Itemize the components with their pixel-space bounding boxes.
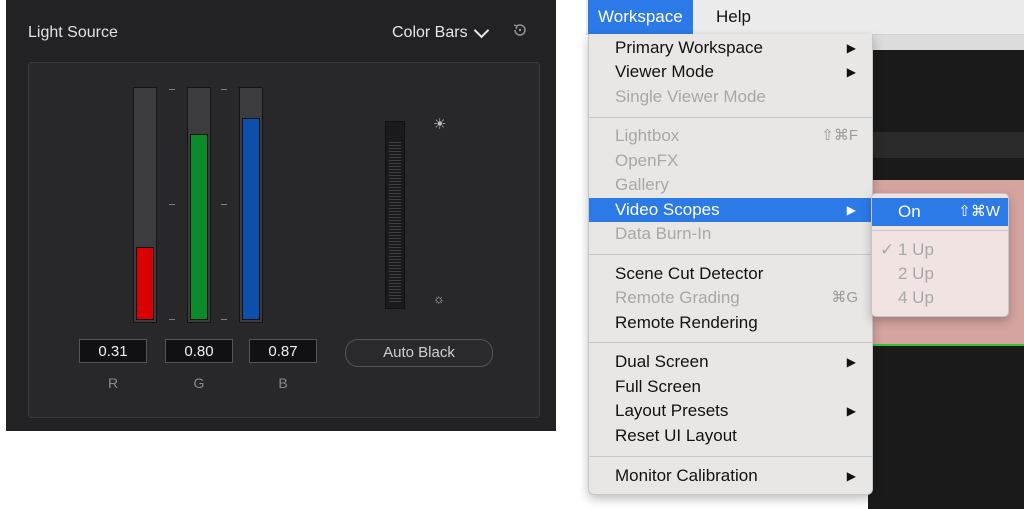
red-level-slider[interactable] [133,87,157,323]
submenu-item-label: On [898,202,921,221]
blue-channel-label: B [278,375,288,391]
workspace-dropdown-menu: Primary Workspace ▶ Viewer Mode ▶ Single… [588,34,873,495]
light-source-controls: 0.31 0.80 0.87 R G B ☀ ☼ Auto Black [28,62,540,418]
menu-item-label: Viewer Mode [615,62,714,81]
auto-black-button[interactable]: Auto Black [345,339,493,367]
menu-item-primary-workspace[interactable]: Primary Workspace ▶ [589,36,872,60]
menu-item-label: Layout Presets [615,401,729,420]
menu-item-data-burn-in: Data Burn-In [589,222,872,246]
sun-icon: ☀ [433,116,447,133]
chevron-down-icon [473,22,489,39]
menu-separator [589,342,872,343]
shortcut-label: ⇧⌘F [821,127,858,144]
menu-item-monitor-calibration[interactable]: Monitor Calibration ▶ [589,464,872,488]
menu-item-reset-ui-layout[interactable]: Reset UI Layout [589,424,872,448]
submenu-item-on[interactable]: On ⇧⌘W [872,198,1008,226]
brightness-slider[interactable] [385,121,405,309]
tick-mark [169,204,175,205]
menu-item-lightbox: Lightbox ⇧⌘F [589,124,872,148]
menu-item-scene-cut-detector[interactable]: Scene Cut Detector [589,262,872,286]
menu-item-full-screen[interactable]: Full Screen [589,375,872,399]
green-channel-label: G [193,375,205,391]
submenu-arrow-icon: ▶ [846,404,856,418]
menu-item-label: Primary Workspace [615,38,763,57]
video-scopes-submenu: On ⇧⌘W ✓ 1 Up 2 Up 4 Up [871,193,1009,317]
tick-mark [169,319,175,320]
menu-item-label: Gallery [615,175,669,194]
app-background-strip [868,34,1024,50]
menu-workspace[interactable]: Workspace [588,0,693,34]
submenu-item-label: 4 Up [898,288,934,307]
menu-item-label: Video Scopes [615,200,720,219]
mode-select[interactable]: Color Bars [392,22,489,42]
green-level-fill [190,134,208,320]
red-level-fill [136,247,154,320]
menu-item-single-viewer-mode: Single Viewer Mode [589,85,872,109]
blue-level-fill [242,118,260,320]
app-toolbar-strip [868,132,1024,158]
menu-item-remote-rendering[interactable]: Remote Rendering [589,311,872,335]
menu-item-video-scopes[interactable]: Video Scopes ▶ [589,198,872,222]
shortcut-label: ⇧⌘W [958,203,1000,220]
panel-title: Light Source [28,24,118,41]
menu-item-layout-presets[interactable]: Layout Presets ▶ [589,399,872,423]
menu-item-label: Scene Cut Detector [615,264,764,283]
mode-select-label: Color Bars [392,24,468,41]
menu-item-label: Dual Screen [615,352,709,371]
menu-item-remote-grading: Remote Grading ⌘G [589,286,872,310]
tick-mark [169,89,175,90]
menu-item-label: Full Screen [615,377,701,396]
viewer-edge-line [868,344,1024,346]
menu-item-label: Monitor Calibration [615,466,758,485]
tick-mark [221,319,227,320]
menu-item-label: Single Viewer Mode [615,87,766,106]
menu-item-label: Remote Grading [615,288,740,307]
submenu-arrow-icon: ▶ [846,203,856,217]
submenu-arrow-icon: ▶ [846,469,856,483]
submenu-arrow-icon: ▶ [846,41,856,55]
blue-level-slider[interactable] [239,87,263,323]
menu-separator [872,230,1008,231]
shortcut-label: ⌘G [831,289,858,306]
menu-separator [589,117,872,118]
submenu-item-4-up: 4 Up [872,284,1008,312]
menu-bar: Workspace Help [586,0,1024,35]
menu-item-label: OpenFX [615,151,679,170]
menu-item-label: Remote Rendering [615,313,758,332]
submenu-arrow-icon: ▶ [846,355,856,369]
menu-separator [589,254,872,255]
menu-item-dual-screen[interactable]: Dual Screen ▶ [589,350,872,374]
green-value-field[interactable]: 0.80 [165,339,233,363]
menu-item-openfx: OpenFX [589,149,872,173]
menu-item-viewer-mode[interactable]: Viewer Mode ▶ [589,60,872,84]
menu-item-label: Lightbox [615,126,680,145]
menu-item-label: Data Burn-In [615,224,712,243]
sun-dim-icon: ☼ [433,291,445,306]
red-value-field[interactable]: 0.31 [79,339,147,363]
blue-value-field[interactable]: 0.87 [249,339,317,363]
tick-mark [221,89,227,90]
menu-item-gallery: Gallery [589,173,872,197]
green-level-slider[interactable] [187,87,211,323]
tick-mark [221,204,227,205]
red-channel-label: R [107,375,119,391]
reset-icon[interactable] [512,22,528,38]
light-source-panel: Light Source Color Bars 0.31 0.80 0.87 R [6,0,556,431]
submenu-arrow-icon: ▶ [846,65,856,79]
menu-separator [589,456,872,457]
menu-help[interactable]: Help [706,0,761,34]
menu-item-label: Reset UI Layout [615,426,737,445]
